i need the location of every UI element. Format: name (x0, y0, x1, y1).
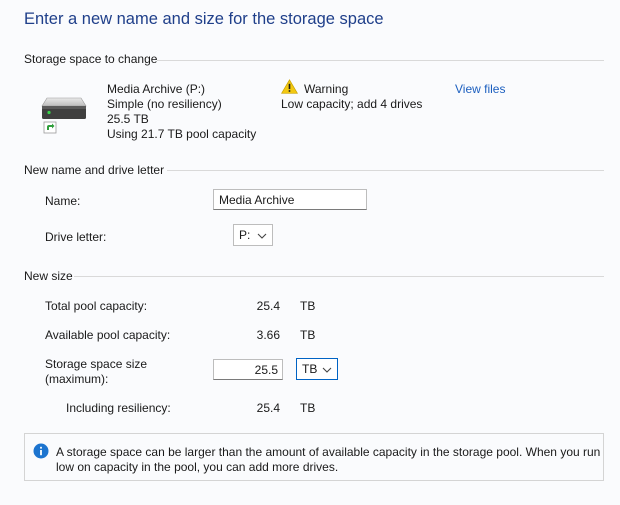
size-input[interactable] (213, 359, 283, 380)
view-files-link[interactable]: View files (455, 82, 505, 96)
size-unit-value: TB (302, 362, 318, 376)
drive-resiliency: Simple (no resiliency) (107, 97, 222, 111)
warning-title: Warning (304, 82, 349, 96)
available-pool-label: Available pool capacity: (45, 328, 171, 342)
name-label: Name: (45, 194, 81, 208)
total-pool-label: Total pool capacity: (45, 299, 148, 313)
drive-pool-usage: Using 21.7 TB pool capacity (107, 127, 257, 141)
info-icon (33, 443, 49, 459)
size-label-suffix: (maximum): (45, 372, 109, 386)
available-pool-value: 3.66 (256, 328, 280, 342)
section-divider (157, 60, 604, 61)
section-divider (167, 170, 604, 171)
section-heading-storage: Storage space to change (24, 52, 158, 66)
total-pool-unit: TB (300, 299, 316, 313)
drive-letter-select[interactable]: P: (233, 224, 273, 246)
section-heading-name: New name and drive letter (24, 163, 165, 177)
info-box: A storage space can be larger than the a… (24, 433, 604, 481)
resiliency-unit: TB (300, 401, 316, 415)
drive-letter-value: P: (239, 228, 251, 242)
resiliency-label: Including resiliency: (66, 401, 171, 415)
name-input[interactable] (213, 189, 367, 210)
page-title: Enter a new name and size for the storag… (24, 10, 384, 28)
drive-name: Media Archive (P:) (107, 82, 206, 96)
size-unit-select[interactable]: TB (296, 358, 338, 380)
drive-letter-label: Drive letter: (45, 230, 107, 244)
section-divider (74, 276, 604, 277)
warning-text: Low capacity; add 4 drives (281, 97, 423, 111)
section-heading-size: New size (24, 269, 73, 283)
drive-size: 25.5 TB (107, 112, 149, 126)
available-pool-unit: TB (300, 328, 316, 342)
drive-icon (40, 94, 88, 134)
size-label: Storage space size (45, 357, 148, 371)
warning-icon (280, 79, 299, 94)
total-pool-value: 25.4 (256, 299, 280, 313)
chevron-down-icon (322, 362, 332, 376)
resiliency-value: 25.4 (256, 401, 280, 415)
chevron-down-icon (257, 228, 267, 242)
info-text-line1: A storage space can be larger than the a… (56, 445, 601, 459)
info-text-line2: low on capacity in the pool, you can add… (56, 460, 339, 474)
